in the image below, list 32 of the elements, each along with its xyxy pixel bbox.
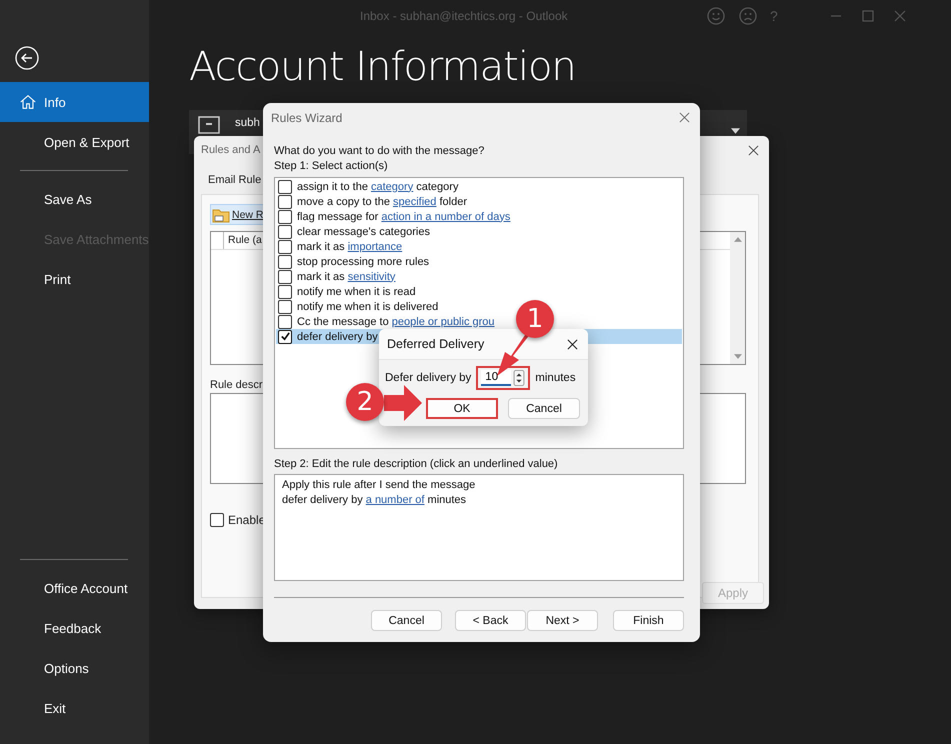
step-label: Step 1: Select action(s): [274, 159, 389, 174]
description-line: Apply this rule after I send the message: [282, 478, 476, 493]
page-title: Account Information: [189, 44, 577, 90]
action-text: move a copy to the specified folder: [297, 196, 467, 208]
action-text: assign it to the category category: [297, 180, 458, 192]
step-label: Step 2: Edit the rule description (click an underlined value): [274, 457, 559, 472]
dialog-title: Rules and A: [201, 144, 260, 156]
sidebar-label: Print: [44, 272, 71, 286]
action-text: mark it as sensitivity: [297, 270, 396, 282]
action-text: defer delivery by: [297, 330, 378, 342]
action-text: stop processing more rules: [297, 256, 430, 268]
action-text: clear message's categories: [297, 226, 430, 238]
window-title: Inbox - subhan@itechtics.org - Outlook: [360, 9, 568, 23]
action-text: notify me when it is delivered: [297, 300, 438, 312]
sidebar-label: Office Account: [44, 580, 128, 596]
field-label: Defer delivery by: [385, 372, 472, 384]
action-text: Cc the message to people or public grou: [297, 316, 495, 328]
unit-label: minutes: [535, 372, 576, 384]
section-label: Rule descr: [210, 378, 264, 390]
sidebar-label: Exit: [44, 700, 66, 716]
sidebar-label: Feedback: [44, 620, 102, 636]
sidebar-label: Info: [44, 94, 66, 110]
sidebar-label: Open & Export: [44, 134, 130, 150]
sidebar-label: Options: [44, 660, 89, 676]
dialog-title: Rules Wizard: [271, 111, 342, 125]
action-text: mark it as importance: [297, 240, 402, 252]
dialog-title: Deferred Delivery: [387, 337, 484, 351]
action-text: flag message for action in a number of days: [297, 210, 510, 222]
sidebar-label: Save As: [44, 192, 92, 206]
question-text: What do you want to do with the message?: [274, 144, 486, 159]
description-line: defer delivery by a number of minutes: [282, 493, 468, 508]
action-text: notify me when it is read: [297, 286, 416, 298]
